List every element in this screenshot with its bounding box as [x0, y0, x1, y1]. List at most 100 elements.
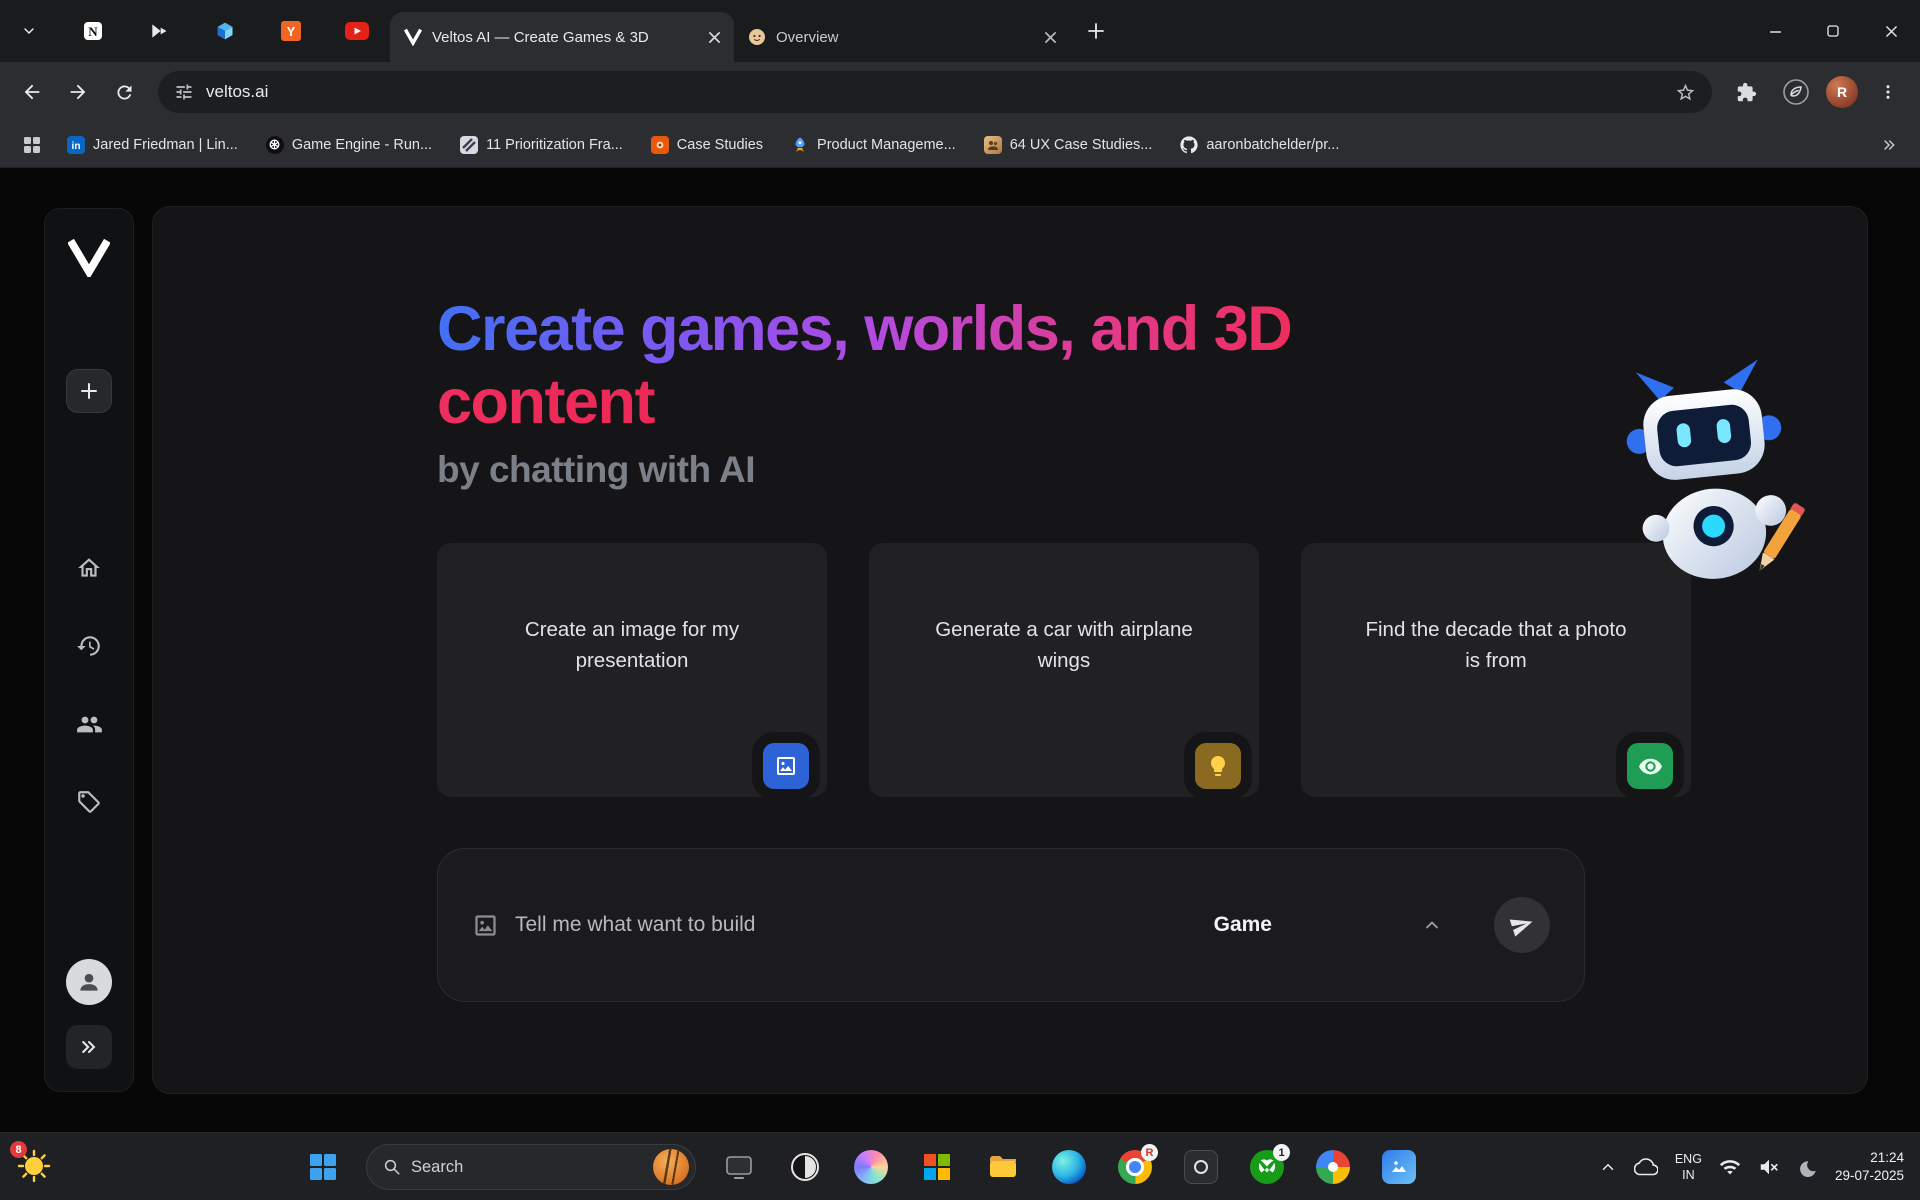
profile-avatar[interactable]: R	[1826, 76, 1858, 108]
bookmark-game-engine[interactable]: Game Engine - Run...	[257, 131, 441, 159]
bookmark-ux-case-studies[interactable]: 64 UX Case Studies...	[975, 131, 1162, 159]
language-indicator[interactable]: ENG IN	[1675, 1151, 1702, 1184]
bookmark-product-management[interactable]: Product Manageme...	[782, 131, 965, 159]
reload-button[interactable]	[104, 72, 144, 112]
camera-app-button[interactable]	[1178, 1144, 1224, 1190]
case-studies-icon	[651, 136, 669, 154]
suggestion-card-car[interactable]: Generate a car with airplane wings	[869, 543, 1259, 797]
microsoft-365-button[interactable]	[914, 1144, 960, 1190]
start-button[interactable]	[300, 1144, 346, 1190]
windows-taskbar: 8 Search	[0, 1132, 1920, 1200]
bookmarks-bar: in Jared Friedman | Lin... Game Engine -…	[0, 122, 1920, 168]
chrome-profile-badge: R	[1141, 1144, 1158, 1161]
openai-icon	[266, 136, 284, 154]
night-mode-moon-icon[interactable]	[1797, 1157, 1818, 1178]
site-settings-icon[interactable]	[174, 82, 194, 102]
chrome-button[interactable]: R	[1112, 1144, 1158, 1190]
home-button[interactable]	[74, 553, 104, 583]
xbox-button[interactable]: 1	[1244, 1144, 1290, 1190]
taskbar-center: Search R	[300, 1144, 1422, 1190]
tags-button[interactable]	[74, 787, 104, 817]
bookmark-star-icon[interactable]	[1675, 82, 1696, 103]
pinned-tab-youtube[interactable]	[324, 9, 390, 53]
svg-text:in: in	[72, 141, 81, 152]
snipping-app-button[interactable]	[716, 1144, 762, 1190]
file-explorer-button[interactable]	[980, 1144, 1026, 1190]
browser-menu-button[interactable]	[1868, 72, 1908, 112]
face-avatar-favicon	[748, 28, 766, 46]
page-title: Create games, worlds, and 3D content	[437, 293, 1291, 439]
performance-leaf-button[interactable]	[1776, 72, 1816, 112]
tab-veltos-active[interactable]: Veltos AI — Create Games & 3D	[390, 12, 734, 62]
attach-image-icon[interactable]	[472, 912, 499, 939]
photos-app-button[interactable]	[1376, 1144, 1422, 1190]
cube-logo-icon	[215, 21, 235, 41]
bookmark-label: Jared Friedman | Lin...	[93, 137, 238, 153]
search-highlight-tiger-image[interactable]	[653, 1149, 689, 1185]
volume-muted-icon[interactable]	[1758, 1156, 1780, 1178]
camera-app-icon	[1184, 1150, 1218, 1184]
address-bar[interactable]: veltos.ai	[158, 71, 1712, 113]
copilot-button[interactable]	[848, 1144, 894, 1190]
suggestion-cards: Create an image for my presentation Gene…	[437, 543, 1691, 797]
bookmark-linkedin[interactable]: in Jared Friedman | Lin...	[58, 131, 247, 159]
onedrive-cloud-icon[interactable]	[1634, 1155, 1658, 1179]
tray-chevron-up-icon[interactable]	[1599, 1158, 1617, 1176]
circle-app-button[interactable]	[782, 1144, 828, 1190]
tab-close-icon[interactable]	[1038, 25, 1062, 49]
send-icon	[1510, 913, 1534, 937]
pinned-tab-ycombinator[interactable]: Y	[258, 9, 324, 53]
community-button[interactable]	[74, 709, 104, 739]
forward-button[interactable]	[58, 72, 98, 112]
veltos-sidebar	[44, 208, 134, 1092]
expand-sidebar-button[interactable]	[66, 1025, 112, 1069]
pinned-tab-notion[interactable]: N	[60, 9, 126, 53]
new-chat-button[interactable]	[66, 369, 112, 413]
double-chevron-right-icon	[79, 1037, 99, 1057]
pinned-tab-2[interactable]	[126, 9, 192, 53]
page-title-line1: Create games, worlds, and 3D	[437, 293, 1291, 366]
new-tab-button[interactable]	[1078, 13, 1114, 49]
history-button[interactable]	[74, 631, 104, 661]
url-text: veltos.ai	[206, 82, 268, 102]
plus-icon	[80, 382, 98, 400]
edge-button[interactable]	[1046, 1144, 1092, 1190]
chevron-up-icon[interactable]	[1422, 915, 1442, 935]
bookmark-prioritization[interactable]: 11 Prioritization Fra...	[451, 131, 632, 159]
plus-icon	[1088, 23, 1104, 39]
prompt-placeholder: Tell me what want to build	[515, 913, 1214, 937]
tab-close-icon[interactable]	[702, 25, 726, 49]
bookmark-label: Game Engine - Run...	[292, 137, 432, 153]
tab-title: Veltos AI — Create Games & 3D	[432, 29, 692, 46]
pinned-tab-3[interactable]	[192, 9, 258, 53]
window-controls	[1746, 0, 1920, 62]
veltos-favicon	[404, 28, 422, 46]
minimize-button[interactable]	[1746, 0, 1804, 62]
bookmark-case-studies[interactable]: Case Studies	[642, 131, 772, 159]
extensions-button[interactable]	[1726, 72, 1766, 112]
mode-dropdown-value[interactable]: Game	[1214, 913, 1272, 937]
apps-grid-button[interactable]	[16, 129, 48, 161]
veltos-page: Create games, worlds, and 3D content by …	[0, 168, 1920, 1132]
tab-search-button[interactable]	[12, 14, 46, 48]
veltos-logo[interactable]	[68, 239, 110, 277]
tab-overview-inactive[interactable]: Overview	[734, 12, 1070, 62]
suggestion-card-image[interactable]: Create an image for my presentation	[437, 543, 827, 797]
send-button[interactable]	[1494, 897, 1550, 953]
close-window-button[interactable]	[1862, 0, 1920, 62]
widgets-button[interactable]: 8	[14, 1147, 58, 1187]
user-avatar[interactable]	[66, 959, 112, 1005]
edge-icon	[1052, 1150, 1086, 1184]
maximize-button[interactable]	[1804, 0, 1862, 62]
prompt-input-bar[interactable]: Tell me what want to build Game	[437, 848, 1585, 1002]
bookmark-github[interactable]: aaronbatchelder/pr...	[1171, 131, 1348, 159]
clock[interactable]: 21:24 29-07-2025	[1835, 1149, 1904, 1185]
page-subtitle: by chatting with AI	[437, 449, 1291, 491]
striped-doc-icon	[460, 136, 478, 154]
bookmarks-overflow-button[interactable]	[1874, 130, 1904, 160]
wifi-icon[interactable]	[1719, 1156, 1741, 1178]
google-photos-button[interactable]	[1310, 1144, 1356, 1190]
back-button[interactable]	[12, 72, 52, 112]
svg-text:Y: Y	[287, 24, 296, 39]
taskbar-search[interactable]: Search	[366, 1144, 696, 1190]
